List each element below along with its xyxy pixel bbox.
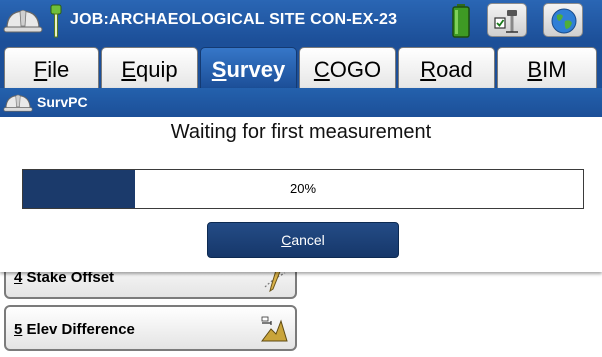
progress-bar: 20% [22,169,584,209]
dialog-title-bar: SurvPC [0,88,602,117]
dialog-title: SurvPC [37,94,88,110]
job-title: JOB:ARCHAEOLOGICAL SITE CON-EX-23 [70,11,398,28]
menu-item-elev-difference[interactable]: 5 Elev Difference [4,305,297,351]
tab-equip[interactable]: Equip [101,47,198,88]
main-tab-strip: File Equip Survey COGO Road BIM [0,42,602,88]
cancel-button[interactable]: Cancel [207,222,399,258]
tab-survey[interactable]: Survey [200,47,297,88]
tab-road[interactable]: Road [398,47,495,88]
title-bar: JOB:ARCHAEOLOGICAL SITE CON-EX-23 [0,0,602,42]
map-view-button[interactable] [543,3,583,37]
measurement-progress-dialog: SurvPC Waiting for first measurement 20%… [0,88,602,272]
instrument-settings-icon [494,10,518,33]
hard-hat-icon[interactable] [3,6,43,41]
battery-icon[interactable] [451,3,471,44]
gnss-rover-icon[interactable] [48,3,64,44]
instrument-settings-button[interactable] [487,3,527,37]
tab-bim[interactable]: BIM [497,47,597,88]
tab-cogo[interactable]: COGO [299,47,396,88]
elevation-difference-icon [259,313,289,350]
status-message: Waiting for first measurement [170,121,432,143]
progress-label: 20% [289,181,317,196]
hard-hat-icon [3,91,33,120]
tab-file[interactable]: File [4,47,99,88]
globe-icon [551,8,577,34]
